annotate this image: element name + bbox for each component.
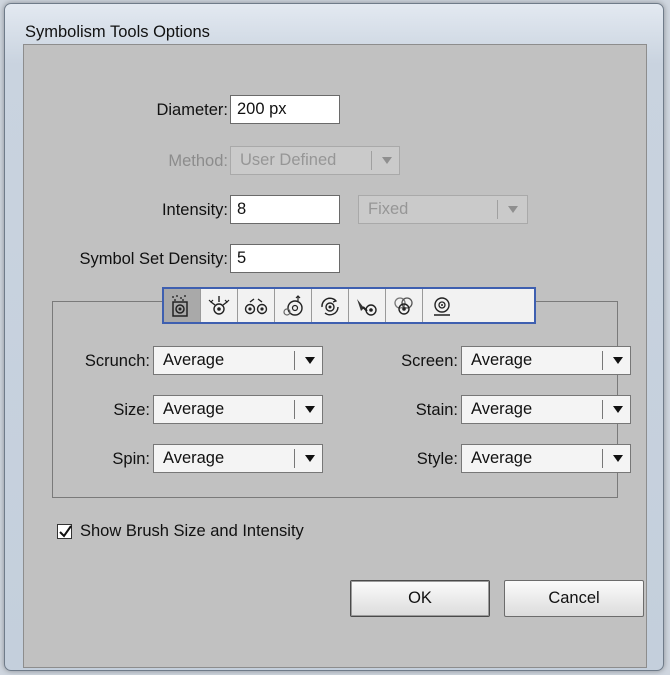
chevron-down-icon — [613, 357, 623, 364]
style-value: Average — [471, 449, 533, 467]
screen-dropdown[interactable]: Average — [461, 346, 631, 375]
scrunch-dropdown[interactable]: Average — [153, 346, 323, 375]
chevron-down-icon — [613, 406, 623, 413]
symbol-sizer-icon — [283, 294, 303, 316]
screen-label: Screen: — [401, 352, 458, 370]
tool-sprayer[interactable] — [164, 289, 201, 322]
size-label: Size: — [113, 401, 150, 419]
spin-label: Spin: — [112, 450, 150, 468]
tool-shifter[interactable] — [201, 289, 238, 322]
symbol-sprayer-icon — [172, 294, 188, 317]
stain-value: Average — [471, 400, 533, 418]
chevron-down-icon — [305, 406, 315, 413]
stain-label: Stain: — [415, 401, 458, 419]
checkmark-icon — [59, 525, 72, 538]
size-dropdown[interactable]: Average — [153, 395, 323, 424]
spin-dropdown[interactable]: Average — [153, 444, 323, 473]
density-label: Symbol Set Density: — [79, 250, 228, 268]
chevron-down-icon — [305, 357, 315, 364]
intensity-mode-dropdown: Fixed — [358, 195, 528, 224]
dialog-body: Diameter: 200 px Method: User Defined In… — [23, 44, 647, 668]
ok-button[interactable]: OK — [350, 580, 490, 617]
intensity-label: Intensity: — [161, 201, 228, 219]
diameter-label: Diameter: — [156, 101, 228, 119]
dropdown-separator — [371, 151, 372, 170]
title-bar[interactable]: Symbolism Tools Options — [5, 4, 663, 44]
screen-value: Average — [471, 351, 533, 369]
intensity-input[interactable]: 8 — [230, 195, 340, 224]
symbol-screener-icon — [394, 296, 413, 315]
style-dropdown[interactable]: Average — [461, 444, 631, 473]
spin-value: Average — [163, 449, 225, 467]
chevron-down-icon — [613, 455, 623, 462]
density-input[interactable]: 5 — [230, 244, 340, 273]
stain-dropdown[interactable]: Average — [461, 395, 631, 424]
method-dropdown: User Defined — [230, 146, 400, 175]
dropdown-separator — [497, 200, 498, 219]
chevron-down-icon — [508, 206, 518, 213]
tool-styler[interactable] — [423, 289, 460, 322]
dropdown-separator — [602, 400, 603, 419]
symbol-spinner-icon — [321, 297, 339, 315]
tool-spinner[interactable] — [312, 289, 349, 322]
show-brush-label[interactable]: Show Brush Size and Intensity — [80, 521, 304, 541]
scrunch-value: Average — [163, 351, 225, 369]
dropdown-separator — [602, 449, 603, 468]
dialog-title: Symbolism Tools Options — [25, 23, 210, 41]
tool-scruncher[interactable] — [238, 289, 275, 322]
chevron-down-icon — [305, 455, 315, 462]
tool-sizer[interactable] — [275, 289, 312, 322]
symbolism-tool-bar — [162, 287, 536, 324]
dropdown-separator — [294, 351, 295, 370]
symbol-shifter-icon — [208, 295, 230, 315]
symbol-stainer-icon — [357, 298, 377, 316]
show-brush-checkbox[interactable] — [57, 524, 72, 539]
cancel-button[interactable]: Cancel — [504, 580, 644, 617]
symbol-styler-icon — [433, 296, 450, 316]
dropdown-separator — [294, 400, 295, 419]
scrunch-label: Scrunch: — [84, 352, 150, 370]
style-label: Style: — [416, 450, 458, 468]
dropdown-separator — [602, 351, 603, 370]
method-value: User Defined — [240, 151, 337, 169]
diameter-input[interactable]: 200 px — [230, 95, 340, 124]
method-label: Method: — [168, 152, 228, 170]
tool-stainer[interactable] — [349, 289, 386, 322]
chevron-down-icon — [382, 157, 392, 164]
tool-screener[interactable] — [386, 289, 423, 322]
size-value: Average — [163, 400, 225, 418]
dropdown-separator — [294, 449, 295, 468]
intensity-mode-value: Fixed — [368, 200, 409, 218]
symbolism-tools-options-dialog: Symbolism Tools Options Diameter: 200 px… — [4, 3, 664, 671]
symbol-scruncher-icon — [244, 297, 268, 314]
